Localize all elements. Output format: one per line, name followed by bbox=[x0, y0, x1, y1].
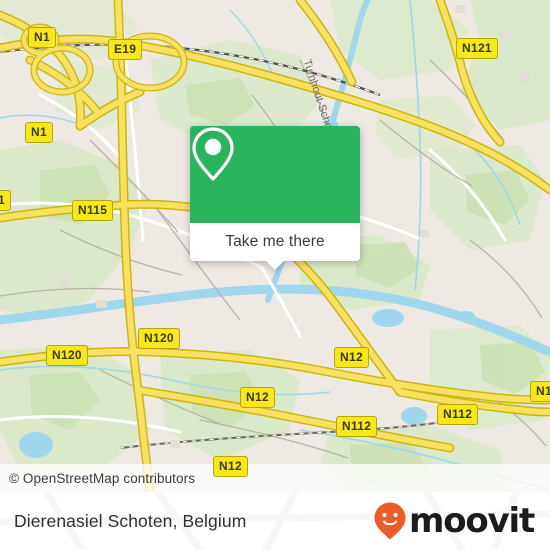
place-popup-card[interactable]: Take me there bbox=[190, 126, 360, 270]
road-shield-n12-center[interactable]: N12 bbox=[240, 387, 275, 408]
moovit-logo[interactable]: moovit bbox=[373, 501, 535, 541]
road-shield-n1-top[interactable]: N1 bbox=[28, 27, 56, 48]
popup-pointer-tail bbox=[266, 261, 284, 270]
osm-attribution-bar: © OpenStreetMap contributors bbox=[0, 464, 550, 492]
road-shield-n1-edge-right[interactable]: N1 bbox=[530, 381, 550, 402]
screenshot-root: Turnhout-Schoten N1 E19 N121 N1 1 N115 N… bbox=[0, 0, 550, 550]
road-shield-n112-center[interactable]: N112 bbox=[336, 416, 378, 437]
popup-icon-area bbox=[190, 126, 360, 223]
road-shield-e19[interactable]: E19 bbox=[108, 39, 143, 60]
moovit-wordmark: moovit bbox=[408, 501, 535, 541]
place-title: Dierenasiel Schoten, Belgium bbox=[14, 510, 247, 531]
road-shield-n115[interactable]: N115 bbox=[72, 200, 114, 221]
osm-attribution-text: © OpenStreetMap contributors bbox=[9, 470, 196, 486]
road-shield-n12-right[interactable]: N12 bbox=[334, 347, 369, 368]
map-pin-icon bbox=[192, 127, 234, 181]
road-shield-n12-bottom[interactable]: N12 bbox=[213, 456, 248, 477]
road-shield-n1-left[interactable]: N1 bbox=[25, 122, 53, 143]
road-shield-edge-left[interactable]: 1 bbox=[0, 190, 11, 211]
road-shield-n112-right[interactable]: N112 bbox=[437, 404, 479, 425]
footer-bar: Dierenasiel Schoten, Belgium moovit bbox=[0, 492, 550, 550]
moovit-pin-icon bbox=[374, 502, 406, 540]
take-me-there-button[interactable]: Take me there bbox=[190, 223, 360, 261]
map-canvas[interactable]: Turnhout-Schoten N1 E19 N121 N1 1 N115 N… bbox=[0, 0, 550, 492]
take-me-there-label: Take me there bbox=[225, 233, 325, 250]
road-shield-n120-upper[interactable]: N120 bbox=[138, 328, 180, 349]
road-shield-n121[interactable]: N121 bbox=[456, 38, 498, 59]
road-shield-n120-lower[interactable]: N120 bbox=[46, 345, 88, 366]
